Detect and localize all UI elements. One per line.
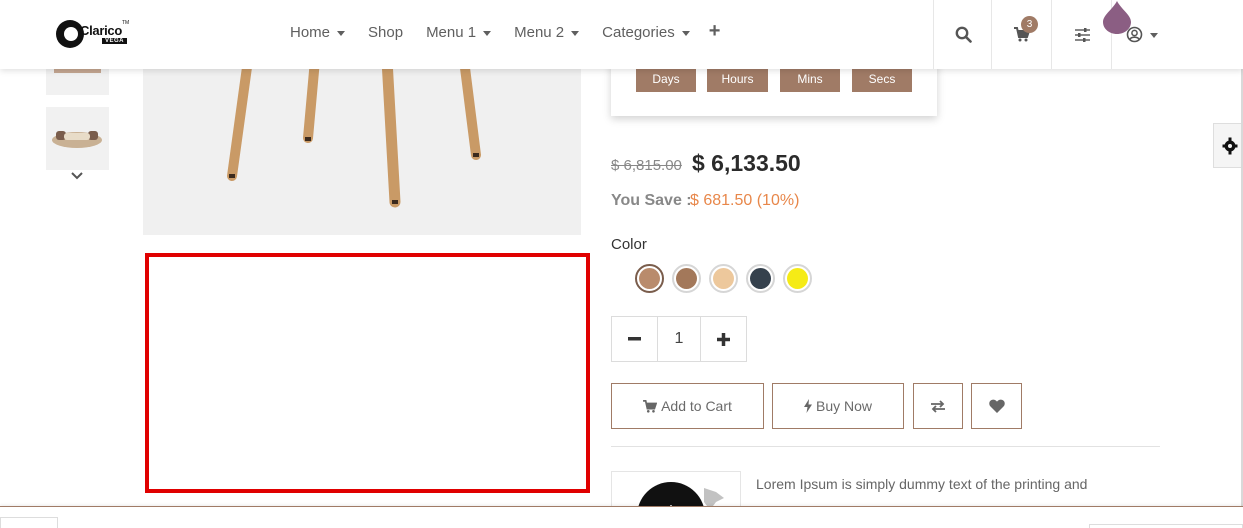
savings-label: You Save : [611,192,692,209]
cart-button[interactable]: 3 [991,0,1052,69]
exchange-icon [931,399,945,413]
nav-item-shop[interactable]: Shop [368,24,403,41]
sliders-icon [1074,27,1090,42]
settings-side-tab[interactable] [1213,123,1243,168]
logo-text: Clarico [80,23,122,38]
color-swatch-fill [676,268,697,289]
product-page: Clarico VEGA TM Home Shop Menu 1 Menu 2 … [0,0,1243,528]
bottom-right-control[interactable] [1089,524,1243,528]
highlight-box [145,253,590,493]
color-swatch[interactable] [672,264,701,293]
nav-label: Categories [602,24,675,41]
buy-now-label: Buy Now [815,398,873,414]
color-swatch[interactable] [709,264,738,293]
thumbnail-1[interactable] [46,69,109,95]
countdown-hours: Hours [707,66,768,92]
thumbnail-image [52,131,102,148]
nav-item-categories[interactable]: Categories [602,24,690,41]
bottom-bar [0,506,1243,528]
drop-shape-icon [1103,1,1131,34]
color-swatch[interactable] [635,264,664,293]
countdown-days: Days [636,66,696,92]
increase-quantity-button[interactable] [701,317,746,361]
color-swatch-fill [639,268,660,289]
nav-item-menu-2[interactable]: Menu 2 [514,24,580,41]
color-swatch-fill [787,268,808,289]
countdown-secs: Secs [852,66,912,92]
logo-trademark: TM [122,20,130,26]
nav-item-menu-1[interactable]: Menu 1 [426,24,492,41]
caret-down-icon [483,30,492,36]
nav-label: Shop [368,24,404,41]
search-icon [955,26,972,43]
color-swatch[interactable] [746,264,775,293]
caret-down-icon [337,30,346,36]
divider [611,446,1160,447]
nav-label: Menu 1 [426,24,477,41]
nav-label: Menu 2 [514,24,565,41]
bolt-icon [803,399,812,413]
chair-legs-image [227,54,481,208]
logo-subtext: VEGA [102,38,128,44]
bottom-left-control[interactable] [0,517,58,528]
site-header: Clarico VEGA TM Home Shop Menu 1 Menu 2 … [0,0,1243,69]
chevron-down-icon[interactable] [71,172,83,180]
caret-down-icon [681,30,690,36]
wishlist-button[interactable] [971,383,1022,429]
cart-icon [643,399,658,413]
gear-icon [1222,137,1237,154]
quantity-input[interactable]: 1 [657,317,701,361]
nav-item-home[interactable]: Home [290,24,346,41]
quantity-stepper: 1 [611,316,747,362]
info-text: Lorem Ipsum is simply dummy text of the … [756,476,1088,492]
color-swatch[interactable] [783,264,812,293]
add-to-cart-label: Add to Cart [661,398,732,414]
compare-button[interactable] [913,383,963,429]
current-price: $ 6,133.50 [692,150,801,176]
search-button[interactable] [933,0,992,69]
thumbnail-image [54,69,101,73]
thumbnail-2[interactable] [46,107,109,170]
buy-now-button[interactable]: Buy Now [772,383,904,429]
add-to-cart-button[interactable]: Add to Cart [611,383,764,429]
nav-label: Home [290,24,331,41]
main-nav: Home Shop Menu 1 Menu 2 Categories + [290,21,721,42]
caret-down-icon [571,30,580,36]
plus-icon[interactable]: + [709,21,721,41]
savings-value: $ 681.50 (10%) [690,192,800,209]
color-swatch-fill [713,268,734,289]
color-label: Color [611,236,647,253]
plus-icon [716,332,730,346]
brand-logo[interactable]: Clarico VEGA TM [56,18,130,50]
info-image [611,471,741,511]
caret-down-icon [1149,32,1158,38]
minus-icon [628,337,642,341]
decrease-quantity-button[interactable] [612,317,657,361]
countdown-mins: Mins [780,66,840,92]
heart-icon [988,399,1005,413]
product-main-image[interactable] [143,54,581,235]
old-price: $ 6,815.00 [611,157,682,174]
cart-count-badge: 3 [1021,16,1038,33]
color-swatch-fill [750,268,771,289]
